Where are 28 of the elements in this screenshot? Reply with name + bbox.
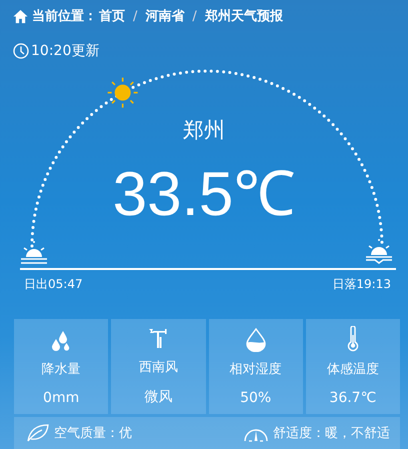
breadcrumb-link[interactable]: 首页 <box>99 7 125 25</box>
stat-value: 0mm <box>43 390 80 406</box>
wind-vane-icon <box>147 328 170 350</box>
breadcrumb-separator: / <box>192 8 197 24</box>
update-time: 10:20更新 <box>31 42 100 60</box>
sunrise-time: 日出05:47 <box>24 276 83 293</box>
sunset-time: 日落19:13 <box>332 276 391 293</box>
city-name: 郑州 <box>182 117 226 144</box>
temperature: 33.5℃ <box>112 164 296 226</box>
leaf-icon <box>26 423 50 443</box>
air-quality: 空气质量：优 <box>54 425 132 442</box>
sunrise-icon <box>20 239 48 265</box>
stat-label: 西南风 <box>138 359 178 376</box>
stat-label: 体感温度 <box>326 361 379 378</box>
breadcrumb-separator: / <box>133 8 138 24</box>
stat-value: 50% <box>240 390 272 406</box>
water-drop-icon <box>244 328 267 352</box>
location-label: 当前位置： <box>32 8 97 25</box>
breadcrumb-link[interactable]: 河南省 <box>145 7 184 25</box>
comfort-level: 舒适度：暖，不舒适 <box>273 425 390 442</box>
stat-value: 36.7℃ <box>329 390 376 406</box>
clock-icon <box>13 43 29 59</box>
sunset-icon <box>365 237 393 265</box>
breadcrumb-link[interactable]: 郑州天气预报 <box>204 7 283 25</box>
stat-value: 微风 <box>144 388 172 406</box>
stat-label: 相对湿度 <box>230 361 282 378</box>
stat-label: 降水量 <box>42 361 81 378</box>
home-icon <box>13 8 28 24</box>
